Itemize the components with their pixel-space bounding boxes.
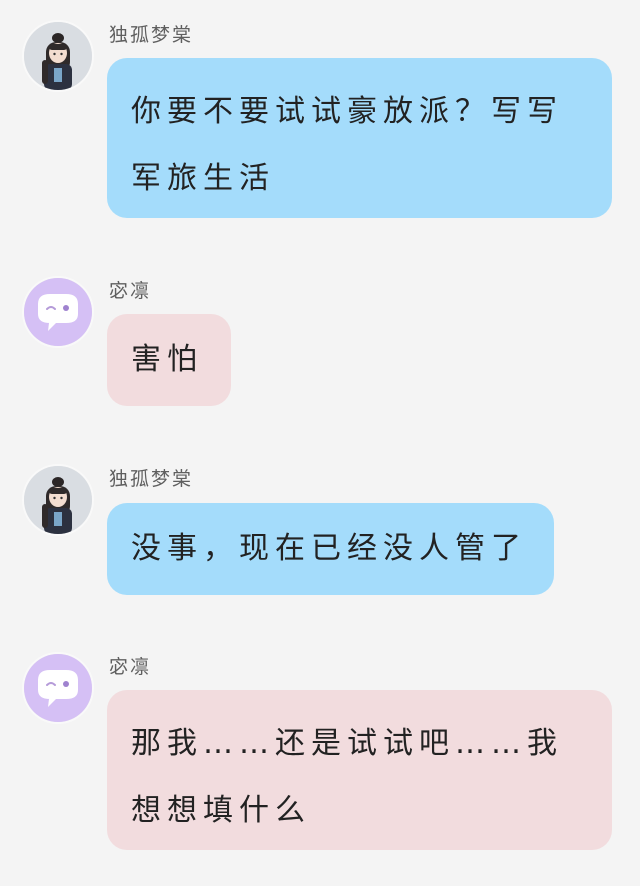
message-bubble[interactable]: 害怕 [107, 314, 231, 406]
message-bubble[interactable]: 你要不要试试豪放派？写写军旅生活 [107, 58, 612, 218]
sender-name: 宓凛 [109, 280, 152, 302]
character-avatar-icon[interactable] [22, 20, 94, 92]
message-bubble[interactable]: 那我……还是试试吧……我想想填什么 [107, 690, 612, 850]
sender-name: 独孤梦棠 [109, 468, 194, 490]
sender-name: 独孤梦棠 [109, 24, 194, 46]
message-bubble[interactable]: 没事，现在已经没人管了 [107, 503, 554, 595]
chat-bubble-avatar-icon[interactable] [22, 652, 94, 724]
chat-bubble-avatar-icon[interactable] [22, 276, 94, 348]
sender-name: 宓凛 [109, 656, 152, 678]
character-avatar-icon[interactable] [22, 464, 94, 536]
